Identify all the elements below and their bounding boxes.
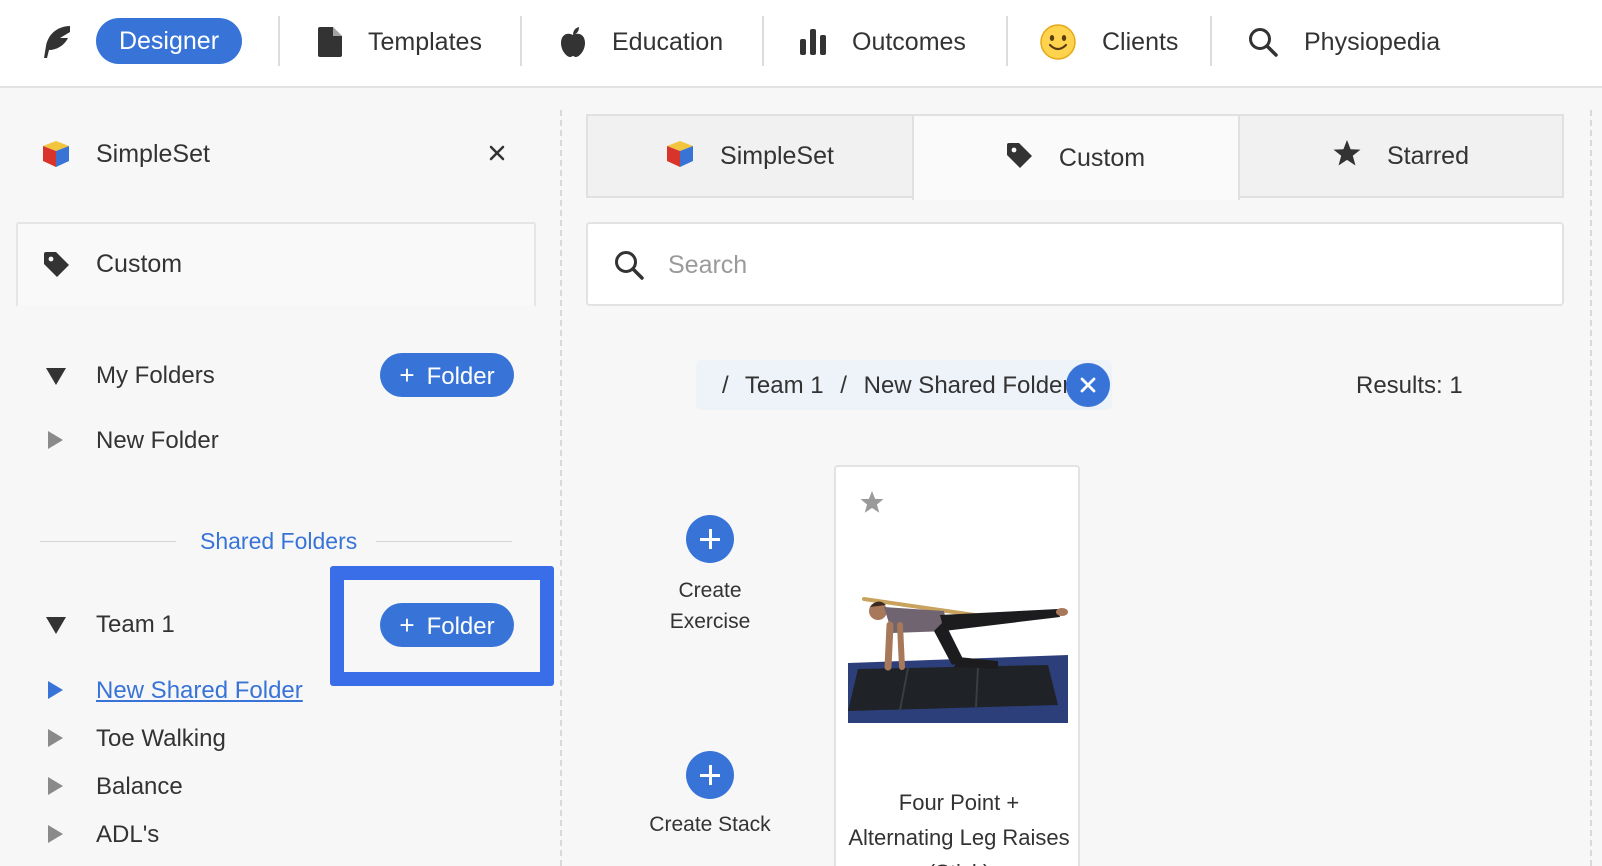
simpleset-cube-icon xyxy=(42,140,70,173)
simpleset-cube-icon xyxy=(666,140,694,173)
nav-designer-button[interactable]: Designer xyxy=(96,18,242,64)
sidebar-custom-section[interactable]: Custom xyxy=(16,222,536,306)
tag-icon xyxy=(44,252,70,283)
nav-label: Education xyxy=(612,27,724,56)
feather-logo-icon[interactable] xyxy=(40,24,74,60)
add-my-folder-button[interactable]: + Folder xyxy=(380,353,514,397)
tag-icon xyxy=(1006,142,1033,174)
clear-breadcrumb-button[interactable] xyxy=(1066,363,1110,407)
nav-label: Physiopedia xyxy=(1304,27,1441,56)
nav-separator xyxy=(762,16,764,66)
nav-outcomes[interactable]: Outcomes xyxy=(800,0,966,84)
nav-education[interactable]: Education xyxy=(560,0,723,84)
sidebar-title: SimpleSet xyxy=(96,140,210,168)
breadcrumb: / Team 1 / New Shared Folder xyxy=(696,360,1112,410)
results-count: Results: 1 xyxy=(1356,372,1463,399)
search-icon xyxy=(614,250,644,285)
folder-item[interactable]: New Folder xyxy=(96,427,219,455)
smiley-icon xyxy=(1040,24,1076,60)
shared-folder-item-active[interactable]: New Shared Folder xyxy=(96,677,303,705)
shared-folder-item[interactable]: Toe Walking xyxy=(96,725,226,753)
search-input[interactable] xyxy=(668,242,1528,288)
nav-templates[interactable]: Templates xyxy=(318,0,482,84)
close-icon[interactable] xyxy=(480,136,514,170)
exercise-thumbnail xyxy=(848,585,1068,723)
tab-custom[interactable]: Custom xyxy=(912,114,1240,200)
bar-chart-icon xyxy=(800,29,826,55)
search-bar[interactable] xyxy=(586,222,1564,306)
my-folders-label: My Folders xyxy=(96,362,215,389)
nav-separator xyxy=(1006,16,1008,66)
expand-triangle-icon[interactable] xyxy=(48,681,63,699)
shared-folder-item[interactable]: Balance xyxy=(96,773,183,801)
shared-folder-item[interactable]: ADL's xyxy=(96,821,159,849)
expand-triangle-icon[interactable] xyxy=(48,431,63,449)
expand-triangle-icon[interactable] xyxy=(48,777,63,795)
plus-icon: + xyxy=(399,360,415,390)
close-icon xyxy=(1080,377,1096,393)
expand-triangle-icon[interactable] xyxy=(48,729,63,747)
highlight-box xyxy=(330,566,554,686)
nav-physiopedia[interactable]: Physiopedia xyxy=(1248,0,1440,84)
nav-separator xyxy=(520,16,522,66)
create-stack-label[interactable]: Create Stack xyxy=(640,809,780,840)
nav-label: Templates xyxy=(368,27,482,56)
panel-divider xyxy=(560,110,562,866)
file-icon xyxy=(318,27,342,57)
breadcrumb-separator: / xyxy=(840,372,847,399)
star-icon[interactable] xyxy=(860,491,884,519)
nav-label: Outcomes xyxy=(852,27,966,56)
create-stack-button[interactable] xyxy=(686,751,734,799)
expand-triangle-icon[interactable] xyxy=(48,825,63,843)
add-folder-label: Folder xyxy=(426,363,495,390)
tab-label: SimpleSet xyxy=(720,141,834,170)
top-navigation: Designer Templates Education Outcomes Cl… xyxy=(0,0,1602,88)
team-label: Team 1 xyxy=(96,611,175,638)
divider-line xyxy=(376,541,512,542)
collapse-triangle-icon[interactable] xyxy=(46,617,66,634)
create-exercise-button[interactable] xyxy=(686,515,734,563)
collapse-triangle-icon[interactable] xyxy=(46,368,66,385)
exercise-card-title: Four Point + Alternating Leg Raises (Sti… xyxy=(848,790,1070,866)
tab-label: Starred xyxy=(1387,141,1469,170)
divider-line xyxy=(40,541,176,542)
sidebar-custom-label: Custom xyxy=(96,250,183,278)
tab-label: Custom xyxy=(1058,143,1146,172)
tab-starred[interactable]: Starred xyxy=(1238,114,1564,198)
nav-clients[interactable]: Clients xyxy=(1040,0,1178,84)
exercise-card[interactable]: Four Point + Alternating Leg Raises (Sti… xyxy=(834,465,1080,866)
star-icon xyxy=(1333,140,1361,172)
shared-folders-label: Shared Folders xyxy=(200,528,358,554)
breadcrumb-team[interactable]: Team 1 xyxy=(745,372,824,399)
panel-divider xyxy=(1590,110,1592,866)
tab-simpleset[interactable]: SimpleSet xyxy=(586,114,914,198)
nav-separator xyxy=(1210,16,1212,66)
search-icon xyxy=(1248,27,1278,57)
nav-label: Clients xyxy=(1102,27,1179,56)
create-exercise-label[interactable]: Create Exercise xyxy=(640,575,780,637)
breadcrumb-folder[interactable]: New Shared Folder xyxy=(864,372,1071,399)
nav-separator xyxy=(278,16,280,66)
breadcrumb-separator: / xyxy=(722,372,729,399)
apple-icon xyxy=(560,27,586,57)
